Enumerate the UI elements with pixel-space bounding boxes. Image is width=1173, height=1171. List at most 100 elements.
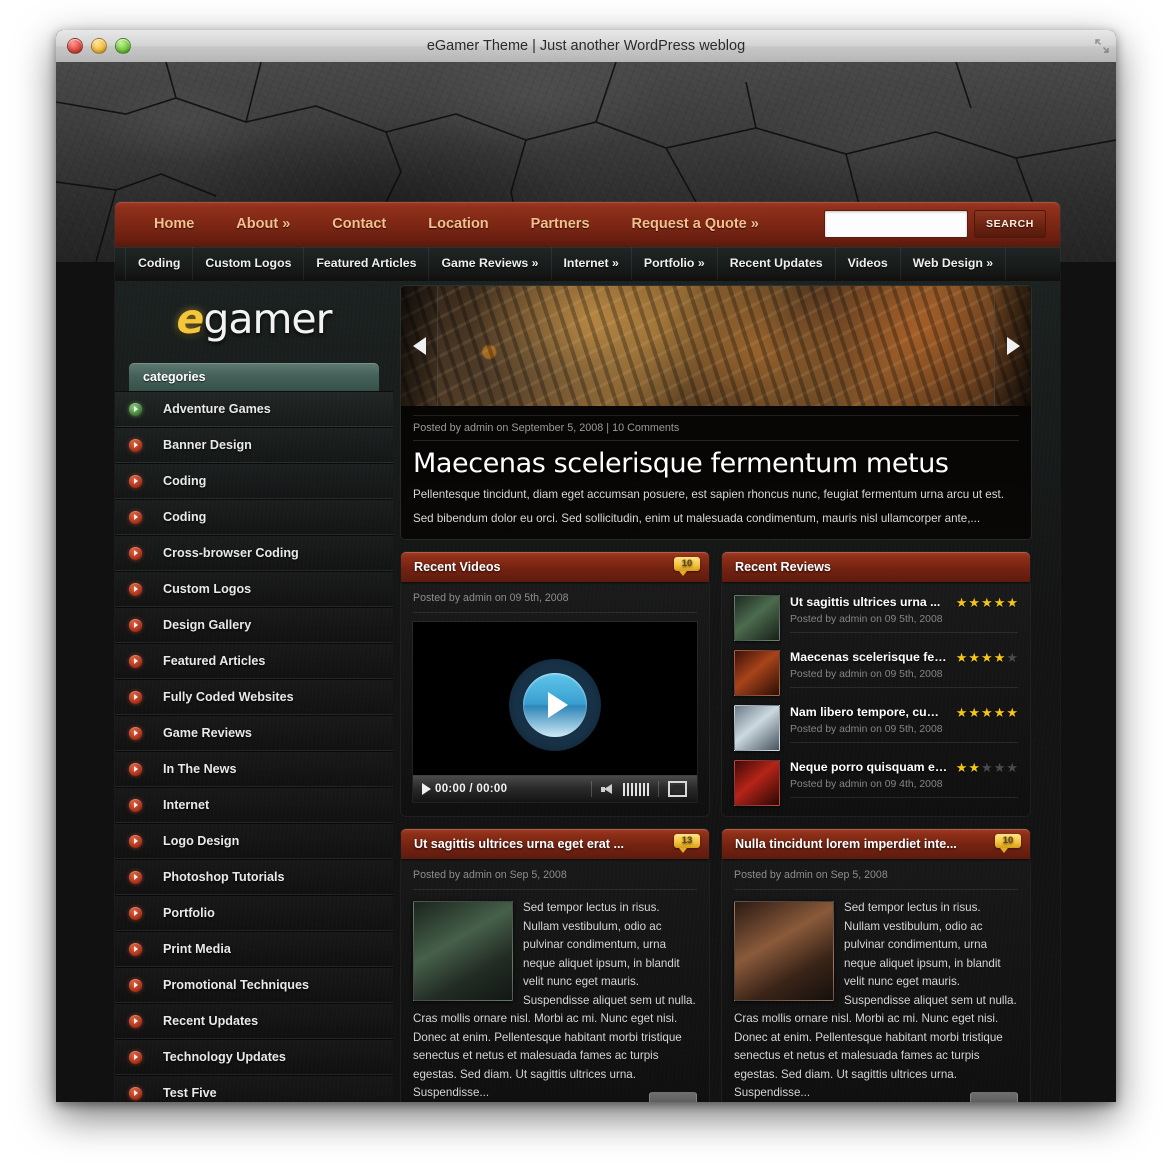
sidebar-item-coding-1[interactable]: Coding [115, 463, 393, 499]
recent-videos-widget: Recent Videos 10 Posted by admin on 09 5… [401, 552, 709, 816]
article-right-body-wrap: Sed tempor lectus in risus. Nullam vesti… [734, 899, 1018, 1102]
sidebar-item-recent-updates[interactable]: Recent Updates [115, 1003, 393, 1039]
slider-prev-button[interactable] [401, 286, 438, 406]
sidebar-item-photoshop-tutorials[interactable]: Photoshop Tutorials [115, 859, 393, 895]
read-more-button[interactable] [970, 1092, 1018, 1102]
bullet-icon [129, 1014, 142, 1028]
sidebar-item-design-gallery[interactable]: Design Gallery [115, 607, 393, 643]
subnav-link-recent-updates[interactable]: Recent Updates [718, 247, 836, 280]
comment-count-badge[interactable]: 10 [674, 557, 700, 576]
featured-title[interactable]: Maecenas scelerisque fermentum metus [413, 448, 1019, 479]
subnav-link-videos[interactable]: Videos [836, 247, 901, 280]
sidebar-item-cross-browser-coding[interactable]: Cross-browser Coding [115, 535, 393, 571]
sidebar-item-label[interactable]: Fully Coded Websites [163, 690, 294, 704]
sidebar-item-label[interactable]: Featured Articles [163, 654, 265, 668]
sidebar-item-label[interactable]: Test Five [163, 1086, 217, 1100]
sidebar-item-label[interactable]: Recent Updates [163, 1014, 258, 1028]
nav-link-about[interactable]: About » [215, 202, 311, 247]
main-column: Posted by admin on September 5, 2008 | 1… [401, 280, 1060, 1102]
sidebar-item-print-media[interactable]: Print Media [115, 931, 393, 967]
sidebar-item-label[interactable]: Adventure Games [163, 402, 271, 416]
sidebar-item-label[interactable]: Design Gallery [163, 618, 251, 632]
sidebar-item-label[interactable]: Coding [163, 510, 206, 524]
review-title[interactable]: Ut sagittis ultrices urna ... [790, 595, 940, 609]
subnav-link-internet[interactable]: Internet » [552, 247, 632, 280]
review-title[interactable]: Nam libero tempore, cum so... [790, 705, 950, 719]
article-widget-left: Ut sagittis ultrices urna eget erat ... … [401, 829, 709, 1102]
sidebar-item-test-five[interactable]: Test Five [115, 1075, 393, 1102]
sidebar-item-label[interactable]: Print Media [163, 942, 231, 956]
sidebar-item-promotional-techniques[interactable]: Promotional Techniques [115, 967, 393, 1003]
sidebar-item-custom-logos[interactable]: Custom Logos [115, 571, 393, 607]
subnav-link-custom-logos[interactable]: Custom Logos [193, 247, 305, 280]
volume-slider[interactable] [623, 782, 649, 796]
review-title[interactable]: Neque porro quisquam est, ... [790, 760, 950, 774]
sidebar-item-technology-updates[interactable]: Technology Updates [115, 1039, 393, 1075]
nav-link-home[interactable]: Home [133, 202, 215, 247]
sidebar-item-game-reviews[interactable]: Game Reviews [115, 715, 393, 751]
sidebar-item-logo-design[interactable]: Logo Design [115, 823, 393, 859]
sidebar-item-label[interactable]: Game Reviews [163, 726, 252, 740]
subnav-link-web-design[interactable]: Web Design » [901, 247, 1007, 280]
article-left-title[interactable]: Ut sagittis ultrices urna eget erat ... [414, 837, 624, 851]
subnav-item: Portfolio » [632, 247, 718, 280]
sidebar-item-label[interactable]: Promotional Techniques [163, 978, 309, 992]
video-play-overlay-button[interactable] [509, 658, 601, 751]
subnav-link-portfolio[interactable]: Portfolio » [632, 247, 718, 280]
review-title[interactable]: Maecenas scelerisque ferme... [790, 650, 950, 664]
bullet-icon [129, 870, 142, 884]
video-controls: 00:00 / 00:00 [413, 775, 697, 802]
subnav-link-featured-articles[interactable]: Featured Articles [304, 247, 430, 280]
video-player[interactable]: 00:00 / 00:00 [413, 622, 697, 802]
bullet-icon [129, 510, 142, 524]
review-item[interactable]: Neque porro quisquam est, ... ★ ★ ★ ★ ★ Post… [734, 751, 1018, 806]
rating-stars: ★ ★ ★ ★ ★ [955, 649, 1018, 665]
sidebar-item-internet[interactable]: Internet [115, 787, 393, 823]
speaker-icon[interactable] [601, 783, 614, 795]
subnav-item: Coding [125, 247, 194, 280]
comment-count-badge[interactable]: 13 [674, 834, 700, 853]
browser-window: eGamer Theme | Just another WordPress we… [56, 30, 1116, 1102]
read-more-button[interactable] [649, 1092, 697, 1102]
search-form: SEARCH [824, 210, 1046, 238]
sidebar-item-label[interactable]: Portfolio [163, 906, 215, 920]
sidebar-item-label[interactable]: Photoshop Tutorials [163, 870, 285, 884]
sidebar-item-label[interactable]: Coding [163, 474, 206, 488]
comment-count-badge[interactable]: 10 [995, 834, 1021, 853]
nav-link-partners[interactable]: Partners [510, 202, 611, 247]
review-item[interactable]: Ut sagittis ultrices urna ... ★ ★ ★ ★ ★ Post… [734, 586, 1018, 641]
nav-link-request-a-quote[interactable]: Request a Quote » [611, 202, 780, 247]
article-right-title[interactable]: Nulla tincidunt lorem imperdiet inte... [735, 837, 957, 851]
subnav-item: Internet » [552, 247, 632, 280]
sidebar-item-fully-coded-websites[interactable]: Fully Coded Websites [115, 679, 393, 715]
sidebar-item-label[interactable]: Internet [163, 798, 209, 812]
site-logo[interactable]: e gamer [115, 280, 393, 357]
sidebar-item-label[interactable]: Logo Design [163, 834, 239, 848]
sidebar-item-adventure-games[interactable]: Adventure Games [115, 391, 393, 427]
play-icon[interactable] [422, 783, 431, 795]
search-button[interactable]: SEARCH [974, 210, 1046, 238]
subnav-item: Custom Logos [193, 247, 305, 280]
fullscreen-icon[interactable] [668, 781, 687, 797]
slider-next-button[interactable] [994, 286, 1031, 406]
sidebar-item-label[interactable]: Technology Updates [163, 1050, 286, 1064]
resize-grip-icon[interactable] [1094, 38, 1110, 54]
search-input[interactable] [824, 210, 969, 238]
sidebar-item-label[interactable]: Cross-browser Coding [163, 546, 299, 560]
subnav-link-game-reviews[interactable]: Game Reviews » [429, 247, 552, 280]
sidebar-item-featured-articles[interactable]: Featured Articles [115, 643, 393, 679]
sidebar-item-coding-2[interactable]: Coding [115, 499, 393, 535]
featured-caption: Posted by admin on September 5, 2008 | 1… [401, 406, 1031, 539]
sidebar-item-label[interactable]: Custom Logos [163, 582, 251, 596]
sidebar-item-portfolio[interactable]: Portfolio [115, 895, 393, 931]
sidebar-item-label[interactable]: Banner Design [163, 438, 252, 452]
review-item[interactable]: Nam libero tempore, cum so... ★ ★ ★ ★ ★ Post… [734, 696, 1018, 751]
review-item[interactable]: Maecenas scelerisque ferme... ★ ★ ★ ★ ★ Post… [734, 641, 1018, 696]
sidebar-item-label[interactable]: In The News [163, 762, 236, 776]
nav-link-location[interactable]: Location [407, 202, 509, 247]
subnav-link-coding[interactable]: Coding [125, 247, 194, 280]
sidebar-item-banner-design[interactable]: Banner Design [115, 427, 393, 463]
featured-slider: Posted by admin on September 5, 2008 | 1… [401, 286, 1031, 539]
sidebar-item-in-the-news[interactable]: In The News [115, 751, 393, 787]
nav-link-contact[interactable]: Contact [311, 202, 407, 247]
